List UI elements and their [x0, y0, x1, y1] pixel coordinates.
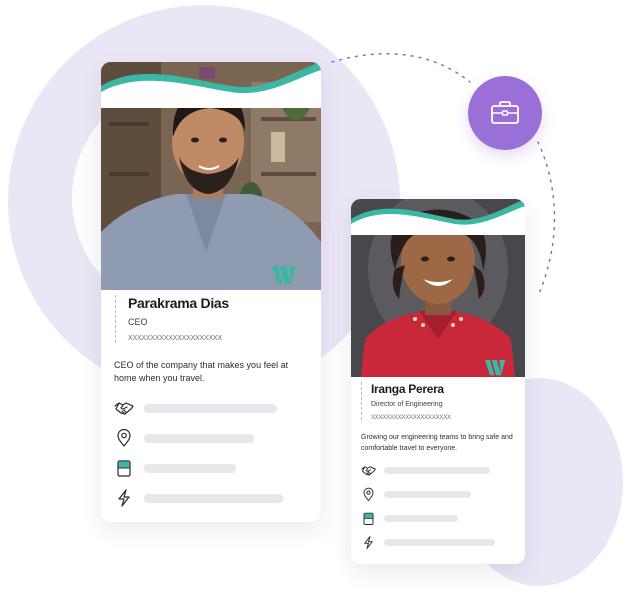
- detail-row-location: [114, 423, 321, 453]
- profile-card-iranga[interactable]: Iranga Perera Director of Engineering XX…: [351, 199, 525, 564]
- detail-row-book: [114, 453, 321, 483]
- book-icon: [361, 511, 376, 526]
- detail-row-book: [361, 506, 525, 530]
- handshake-icon: [361, 463, 376, 478]
- briefcase-icon: [491, 101, 519, 124]
- identity-block: Iranga Perera Director of Engineering XX…: [361, 382, 525, 421]
- briefcase-badge: [468, 76, 542, 150]
- detail-rows: [361, 458, 525, 554]
- identity-block: Parakrama Dias CEO XXXXXXXXXXXXXXXXXXXXX: [115, 295, 321, 343]
- placeholder-bar: [144, 433, 254, 443]
- lightning-icon: [361, 535, 376, 550]
- profile-name: Iranga Perera: [371, 382, 444, 396]
- placeholder-bar: [384, 538, 495, 546]
- profile-card-parakrama[interactable]: Parakrama Dias CEO XXXXXXXXXXXXXXXXXXXXX…: [101, 62, 321, 522]
- detail-row-lightning: [114, 483, 321, 513]
- vw-logo-icon: [485, 360, 506, 376]
- profile-description: CEO of the company that makes you feel a…: [114, 360, 289, 383]
- profile-code: XXXXXXXXXXXXXXXXXXXXX: [371, 415, 451, 421]
- book-icon: [114, 458, 134, 478]
- profile-code: XXXXXXXXXXXXXXXXXXXXX: [128, 335, 222, 342]
- detail-row-handshake: [361, 458, 525, 482]
- profile-photo: [351, 199, 525, 377]
- location-pin-icon: [114, 428, 134, 448]
- lightning-icon: [114, 488, 134, 508]
- placeholder-bar: [144, 493, 283, 503]
- vw-logo-icon: [272, 266, 296, 284]
- placeholder-bar: [384, 466, 490, 474]
- detail-rows: [114, 393, 321, 513]
- profile-name: Parakrama Dias: [128, 295, 229, 311]
- profile-wave: [101, 62, 321, 108]
- profile-role: CEO: [128, 317, 148, 327]
- profile-wave: [351, 199, 525, 235]
- placeholder-bar: [384, 514, 458, 522]
- detail-row-location: [361, 482, 525, 506]
- placeholder-bar: [384, 490, 471, 498]
- handshake-icon: [114, 398, 134, 418]
- detail-row-lightning: [361, 530, 525, 554]
- profile-photo: [101, 62, 321, 290]
- placeholder-bar: [144, 403, 277, 413]
- detail-row-handshake: [114, 393, 321, 423]
- location-pin-icon: [361, 487, 376, 502]
- profile-description: Growing our engineering teams to bring s…: [361, 434, 513, 452]
- placeholder-bar: [144, 463, 236, 473]
- profile-role: Director of Engineering: [371, 401, 443, 408]
